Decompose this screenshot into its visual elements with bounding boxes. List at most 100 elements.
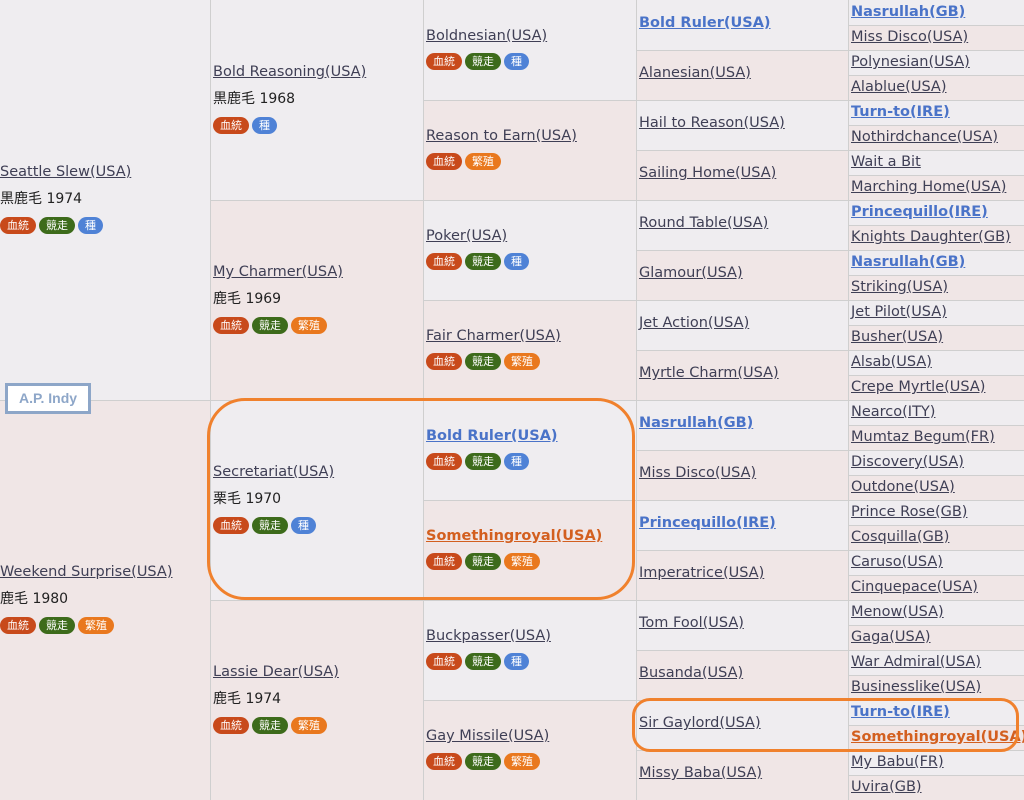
- horse-link-weekend-surprise-usa[interactable]: Weekend Surprise(USA): [0, 564, 172, 580]
- seed-badge[interactable]: 種: [504, 53, 529, 70]
- horse-link-sailing-home-usa[interactable]: Sailing Home(USA): [639, 165, 776, 181]
- blood-badge[interactable]: 血統: [0, 217, 36, 234]
- blood-badge[interactable]: 血統: [0, 617, 36, 634]
- horse-link-round-table-usa[interactable]: Round Table(USA): [639, 215, 768, 231]
- horse-link-prince-rose-gb[interactable]: Prince Rose(GB): [851, 504, 967, 520]
- blood-badge[interactable]: 血統: [426, 353, 462, 370]
- horse-link-marching-home-usa[interactable]: Marching Home(USA): [851, 179, 1006, 195]
- horse-link-uvira-gb[interactable]: Uvira(GB): [851, 779, 922, 795]
- seed-badge[interactable]: 種: [78, 217, 103, 234]
- horse-link-wait-a-bit[interactable]: Wait a Bit: [851, 154, 921, 170]
- race-badge[interactable]: 競走: [465, 253, 501, 270]
- horse-link-jet-action-usa[interactable]: Jet Action(USA): [639, 315, 749, 331]
- horse-link-lassie-dear-usa[interactable]: Lassie Dear(USA): [213, 664, 339, 680]
- horse-link-somethingroyal-usa[interactable]: Somethingroyal(USA): [851, 729, 1024, 745]
- race-badge[interactable]: 競走: [39, 217, 75, 234]
- horse-link-cinquepace-usa[interactable]: Cinquepace(USA): [851, 579, 978, 595]
- horse-link-outdone-usa[interactable]: Outdone(USA): [851, 479, 955, 495]
- horse-link-poker-usa[interactable]: Poker(USA): [426, 228, 507, 244]
- horse-link-bold-ruler-usa[interactable]: Bold Ruler(USA): [426, 428, 558, 444]
- horse-link-polynesian-usa[interactable]: Polynesian(USA): [851, 54, 970, 70]
- breed-badge[interactable]: 繁殖: [504, 553, 540, 570]
- blood-badge[interactable]: 血統: [426, 753, 462, 770]
- horse-link-gaga-usa[interactable]: Gaga(USA): [851, 629, 931, 645]
- race-badge[interactable]: 競走: [252, 317, 288, 334]
- horse-link-crepe-myrtle-usa[interactable]: Crepe Myrtle(USA): [851, 379, 985, 395]
- horse-link-nasrullah-gb[interactable]: Nasrullah(GB): [851, 254, 965, 270]
- horse-link-missy-baba-usa[interactable]: Missy Baba(USA): [639, 765, 762, 781]
- horse-link-turn-to-ire[interactable]: Turn-to(IRE): [851, 704, 950, 720]
- race-badge[interactable]: 競走: [252, 517, 288, 534]
- race-badge[interactable]: 競走: [465, 353, 501, 370]
- seed-badge[interactable]: 種: [252, 117, 277, 134]
- horse-link-striking-usa[interactable]: Striking(USA): [851, 279, 948, 295]
- horse-link-myrtle-charm-usa[interactable]: Myrtle Charm(USA): [639, 365, 779, 381]
- race-badge[interactable]: 競走: [465, 453, 501, 470]
- horse-link-sir-gaylord-usa[interactable]: Sir Gaylord(USA): [639, 715, 761, 731]
- breed-badge[interactable]: 繁殖: [465, 153, 501, 170]
- horse-link-reason-to-earn-usa[interactable]: Reason to Earn(USA): [426, 128, 577, 144]
- horse-link-busher-usa[interactable]: Busher(USA): [851, 329, 943, 345]
- horse-link-businesslike-usa[interactable]: Businesslike(USA): [851, 679, 981, 695]
- horse-link-glamour-usa[interactable]: Glamour(USA): [639, 265, 743, 281]
- horse-link-seattle-slew-usa[interactable]: Seattle Slew(USA): [0, 164, 131, 180]
- race-badge[interactable]: 競走: [465, 553, 501, 570]
- horse-link-turn-to-ire[interactable]: Turn-to(IRE): [851, 104, 950, 120]
- blood-badge[interactable]: 血統: [426, 653, 462, 670]
- blood-badge[interactable]: 血統: [426, 53, 462, 70]
- breed-badge[interactable]: 繁殖: [504, 753, 540, 770]
- horse-link-fair-charmer-usa[interactable]: Fair Charmer(USA): [426, 328, 561, 344]
- race-badge[interactable]: 競走: [465, 53, 501, 70]
- horse-link-alablue-usa[interactable]: Alablue(USA): [851, 79, 947, 95]
- blood-badge[interactable]: 血統: [213, 117, 249, 134]
- seed-badge[interactable]: 種: [291, 517, 316, 534]
- seed-badge[interactable]: 種: [504, 653, 529, 670]
- horse-link-miss-disco-usa[interactable]: Miss Disco(USA): [639, 465, 756, 481]
- horse-link-nasrullah-gb[interactable]: Nasrullah(GB): [639, 415, 753, 431]
- horse-link-nasrullah-gb[interactable]: Nasrullah(GB): [851, 4, 965, 20]
- horse-link-somethingroyal-usa[interactable]: Somethingroyal(USA): [426, 528, 602, 544]
- blood-badge[interactable]: 血統: [213, 517, 249, 534]
- horse-link-tom-fool-usa[interactable]: Tom Fool(USA): [639, 615, 744, 631]
- blood-badge[interactable]: 血統: [213, 717, 249, 734]
- horse-link-knights-daughter-gb[interactable]: Knights Daughter(GB): [851, 229, 1011, 245]
- blood-badge[interactable]: 血統: [426, 453, 462, 470]
- race-badge[interactable]: 競走: [465, 653, 501, 670]
- blood-badge[interactable]: 血統: [426, 253, 462, 270]
- horse-link-jet-pilot-usa[interactable]: Jet Pilot(USA): [851, 304, 947, 320]
- horse-link-cosquilla-gb[interactable]: Cosquilla(GB): [851, 529, 949, 545]
- horse-link-war-admiral-usa[interactable]: War Admiral(USA): [851, 654, 981, 670]
- horse-link-alsab-usa[interactable]: Alsab(USA): [851, 354, 932, 370]
- breed-badge[interactable]: 繁殖: [291, 317, 327, 334]
- horse-link-imperatrice-usa[interactable]: Imperatrice(USA): [639, 565, 764, 581]
- blood-badge[interactable]: 血統: [426, 153, 462, 170]
- horse-link-my-babu-fr[interactable]: My Babu(FR): [851, 754, 944, 770]
- seed-badge[interactable]: 種: [504, 253, 529, 270]
- horse-link-boldnesian-usa[interactable]: Boldnesian(USA): [426, 28, 547, 44]
- horse-link-buckpasser-usa[interactable]: Buckpasser(USA): [426, 628, 551, 644]
- blood-badge[interactable]: 血統: [426, 553, 462, 570]
- horse-link-princequillo-ire[interactable]: Princequillo(IRE): [851, 204, 988, 220]
- blood-badge[interactable]: 血統: [213, 317, 249, 334]
- horse-link-secretariat-usa[interactable]: Secretariat(USA): [213, 464, 334, 480]
- breed-badge[interactable]: 繁殖: [291, 717, 327, 734]
- race-badge[interactable]: 競走: [39, 617, 75, 634]
- breed-badge[interactable]: 繁殖: [504, 353, 540, 370]
- horse-link-my-charmer-usa[interactable]: My Charmer(USA): [213, 264, 343, 280]
- horse-link-mumtaz-begum-fr[interactable]: Mumtaz Begum(FR): [851, 429, 995, 445]
- horse-link-bold-reasoning-usa[interactable]: Bold Reasoning(USA): [213, 64, 366, 80]
- seed-badge[interactable]: 種: [504, 453, 529, 470]
- horse-link-caruso-usa[interactable]: Caruso(USA): [851, 554, 943, 570]
- horse-link-alanesian-usa[interactable]: Alanesian(USA): [639, 65, 751, 81]
- horse-link-gay-missile-usa[interactable]: Gay Missile(USA): [426, 728, 549, 744]
- horse-link-nearco-ity[interactable]: Nearco(ITY): [851, 404, 935, 420]
- race-badge[interactable]: 競走: [252, 717, 288, 734]
- horse-link-menow-usa[interactable]: Menow(USA): [851, 604, 944, 620]
- race-badge[interactable]: 競走: [465, 753, 501, 770]
- breed-badge[interactable]: 繁殖: [78, 617, 114, 634]
- horse-link-nothirdchance-usa[interactable]: Nothirdchance(USA): [851, 129, 998, 145]
- horse-link-discovery-usa[interactable]: Discovery(USA): [851, 454, 964, 470]
- horse-link-miss-disco-usa[interactable]: Miss Disco(USA): [851, 29, 968, 45]
- horse-link-busanda-usa[interactable]: Busanda(USA): [639, 665, 743, 681]
- horse-link-princequillo-ire[interactable]: Princequillo(IRE): [639, 515, 776, 531]
